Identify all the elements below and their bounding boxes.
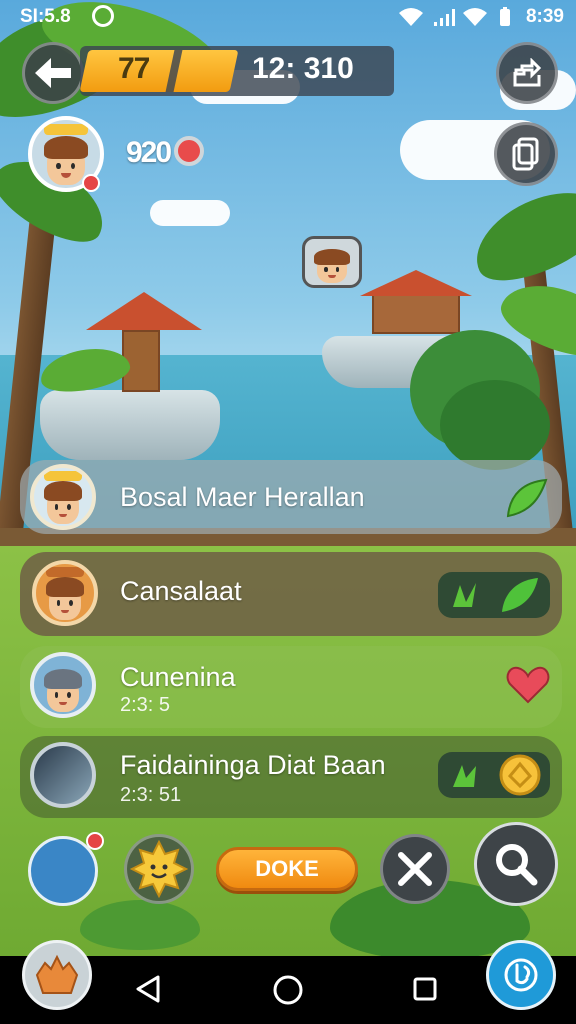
crown-icon: [44, 471, 82, 481]
sun-button[interactable]: [124, 834, 194, 904]
coin-icon: [499, 754, 541, 796]
list-item-time: 2:3: 51: [120, 784, 182, 806]
status-left-text: SI:5.8: [20, 6, 71, 27]
list-item-name: Faidainingа Diat Baan: [120, 750, 386, 780]
search-icon: [496, 844, 538, 886]
hut-roof: [86, 292, 202, 330]
action-pill[interactable]: [438, 572, 550, 618]
doke-button[interactable]: DOKE: [216, 847, 358, 891]
house: [372, 294, 460, 334]
status-time: 8:39: [525, 6, 564, 27]
leaf-icon: [502, 578, 538, 612]
floating-rock: [40, 390, 220, 460]
search-button[interactable]: [474, 822, 558, 906]
list-item[interactable]: Bosal Maer Herallan: [20, 460, 562, 534]
heart-icon[interactable]: [504, 660, 552, 708]
share-button[interactable]: [496, 42, 558, 104]
music-button[interactable]: [486, 940, 556, 1010]
list-item-time: 2:3: 5: [120, 694, 171, 716]
list-avatar: [30, 464, 96, 530]
sync-icon: [92, 5, 114, 27]
crown-icon: [46, 567, 84, 577]
close-icon: [398, 852, 432, 886]
sun-icon: [130, 840, 188, 898]
back-button[interactable]: [22, 42, 84, 104]
xp-bar: [79, 50, 239, 92]
bush: [440, 380, 550, 470]
npc-marker[interactable]: [302, 236, 362, 288]
action-pill[interactable]: [438, 752, 550, 798]
back-arrow-icon: [35, 58, 71, 88]
creature-icon: [35, 954, 79, 994]
list-avatar: [32, 560, 98, 626]
alert-icon[interactable]: [174, 136, 204, 166]
leaf-icon: [453, 583, 476, 607]
avatar-face: [44, 481, 82, 524]
navigation-bar: [0, 940, 576, 1024]
wifi-icon: [399, 8, 423, 26]
leaf-icon[interactable]: [504, 476, 548, 520]
cloud: [150, 200, 230, 226]
signal-icon: [434, 9, 455, 26]
status-bar: SI:5.8 8:39: [0, 0, 576, 34]
profile-button[interactable]: [22, 940, 92, 1010]
copy-button[interactable]: [494, 122, 558, 186]
notification-badge: [82, 174, 100, 192]
copy-icon: [512, 137, 539, 171]
list-avatar: [30, 742, 96, 808]
avatar-face: [46, 577, 84, 620]
nav-recent-icon[interactable]: [412, 976, 438, 1002]
notification-badge: [86, 832, 104, 850]
crown-icon: [44, 124, 88, 135]
close-button[interactable]: [380, 834, 450, 904]
list-item[interactable]: Cunenina 2:3: 5: [20, 646, 562, 728]
house-roof: [360, 270, 472, 296]
avatar-face: [43, 135, 89, 186]
list-item[interactable]: Cansalaat: [20, 552, 562, 636]
battery-icon: [500, 7, 510, 26]
list-item-name: Bosal Maer Herallan: [120, 482, 365, 512]
music-icon: [504, 958, 538, 992]
palm-leaf: [461, 173, 576, 297]
leaf-icon: [453, 765, 476, 787]
list-item[interactable]: Faidainingа Diat Baan 2:3: 51: [20, 736, 562, 818]
list-avatar: [30, 652, 96, 718]
compass-icon: [50, 858, 76, 884]
wifi-icon: [463, 8, 487, 26]
nav-home-icon[interactable]: [272, 974, 304, 1006]
nav-back-icon[interactable]: [134, 974, 162, 1004]
level-value: 920: [126, 136, 172, 169]
list-item-name: Cansalaat: [120, 576, 242, 606]
share-icon: [513, 58, 542, 87]
xp-value: 77: [118, 52, 150, 85]
avatar-face: [44, 669, 82, 712]
list-item-name: Cunenina: [120, 662, 236, 692]
npc-face: [314, 249, 350, 283]
score-value: 12: 310: [252, 52, 354, 85]
